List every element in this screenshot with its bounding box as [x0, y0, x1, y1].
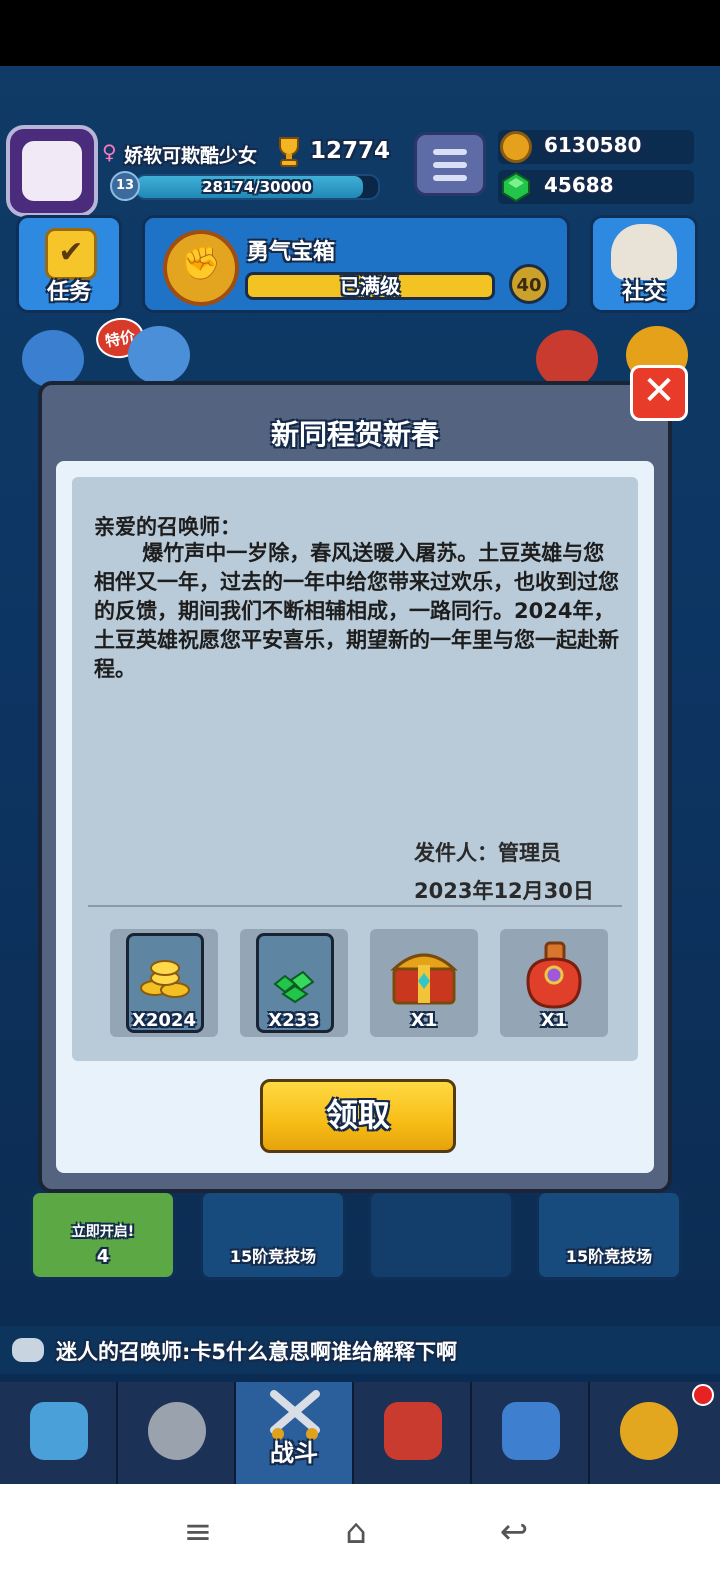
trophy-icon — [279, 137, 299, 167]
courage-chest-level: 40 — [509, 264, 549, 304]
mail-date: 2023年12月30日 — [414, 879, 594, 903]
reward-red-bag[interactable]: X1 — [500, 929, 608, 1037]
notification-dot — [692, 1384, 714, 1406]
chest-slot-open-now[interactable]: 立即开启! 4 — [30, 1190, 176, 1280]
bottom-tab-bar: 战斗 — [0, 1382, 720, 1486]
player-level-badge: 13 — [110, 171, 140, 201]
tab-shop[interactable] — [0, 1382, 118, 1486]
treasure-chest-icon — [390, 953, 458, 1005]
reward-coins[interactable]: X2024 — [110, 929, 218, 1037]
chat-ticker[interactable]: 迷人的召唤师:卡5什么意思啊谁给解释下啊 — [0, 1326, 720, 1374]
open-cost: 4 — [96, 1246, 110, 1267]
menu-line — [433, 175, 467, 181]
gem-amount: 45688 — [544, 173, 614, 197]
mail-greeting: 亲爱的召唤师： — [94, 515, 241, 539]
mail-sender: 发件人：管理员 — [414, 841, 561, 865]
chest-slot-empty[interactable] — [368, 1190, 514, 1280]
trophy-count: 12774 — [310, 138, 391, 164]
coin-icon — [500, 131, 532, 163]
lucky-bag-icon[interactable] — [536, 330, 598, 388]
gold-coins-icon — [140, 960, 190, 998]
crown-icon[interactable] — [22, 330, 84, 388]
tab-battle[interactable]: 战斗 — [236, 1382, 354, 1486]
knight-helmet-icon — [148, 1402, 206, 1460]
player-avatar[interactable] — [6, 125, 98, 217]
recent-apps-icon[interactable]: ≡ — [178, 1512, 218, 1552]
reward-qty: X1 — [540, 1010, 568, 1031]
fist-medal-icon — [163, 230, 239, 306]
mail-message: 爆竹声中一岁除，春风送暖入屠苏。土豆英雄与您相伴又一年，过去的一年中给您带来过欢… — [94, 541, 619, 681]
social-button[interactable]: 社交 — [590, 215, 698, 313]
special-offer-icon[interactable] — [128, 326, 190, 384]
arena-label: 15阶竞技场 — [565, 1247, 653, 1266]
menu-line — [433, 162, 467, 168]
compass-icon — [620, 1402, 678, 1460]
coin-balance[interactable]: 6130580 — [498, 130, 694, 164]
tab-heroes[interactable] — [118, 1382, 236, 1486]
chef-hat-icon — [611, 224, 677, 280]
green-gems-icon — [273, 970, 315, 1004]
back-icon[interactable]: ↩ — [494, 1512, 534, 1552]
battle-label: 战斗 — [270, 1439, 318, 1467]
tab-events[interactable] — [590, 1382, 720, 1486]
system-navigation-bar: ≡ ⌂ ↩ — [0, 1484, 720, 1584]
player-name: 娇软可欺酷少女 — [124, 145, 258, 167]
social-label: 社交 — [621, 280, 666, 305]
reward-qty: X2024 — [132, 1010, 196, 1031]
gem-balance[interactable]: 45688 — [498, 170, 694, 204]
dialog-body: 亲爱的召唤师： 爆竹声中一岁除，春风送暖入屠苏。土豆英雄与您相伴又一年，过去的一… — [56, 461, 654, 1173]
red-bag-icon — [526, 941, 582, 1009]
divider — [88, 905, 622, 907]
menu-line — [433, 149, 467, 155]
chat-message: 迷人的召唤师:卡5什么意思啊谁给解释下啊 — [56, 1340, 458, 1364]
chest-slot-arena[interactable]: 15阶竞技场 — [536, 1190, 682, 1280]
courage-chest-progress: 已满级 — [245, 272, 495, 300]
open-now-label: 立即开启! — [71, 1224, 135, 1240]
xp-text: 28174/30000 — [202, 178, 312, 196]
avatar-image — [22, 141, 82, 201]
courage-chest-title: 勇气宝箱 — [247, 240, 336, 265]
reward-qty: X1 — [410, 1010, 438, 1031]
xp-bar: 28174/30000 — [134, 174, 380, 200]
crown-shield-icon — [384, 1402, 442, 1460]
tasks-label: 任务 — [46, 280, 91, 305]
close-button[interactable]: ✕ — [630, 365, 688, 421]
claim-button[interactable]: 领取 — [260, 1079, 456, 1153]
chest-slot-arena[interactable]: 15阶竞技场 — [200, 1190, 346, 1280]
female-icon: ♀ — [102, 140, 117, 164]
checkmark-icon: ✔ — [45, 228, 97, 280]
status-bar — [0, 0, 720, 66]
arena-label: 15阶竞技场 — [229, 1247, 317, 1266]
reward-gems[interactable]: X233 — [240, 929, 348, 1037]
mail-letter: 亲爱的召唤师： 爆竹声中一岁除，春风送暖入屠苏。土豆英雄与您相伴又一年，过去的一… — [72, 477, 638, 1061]
tab-social[interactable] — [472, 1382, 590, 1486]
treasure-chest-icon — [30, 1402, 88, 1460]
reward-qty: X233 — [268, 1010, 320, 1031]
gem-icon — [502, 171, 530, 203]
menu-button[interactable] — [414, 132, 486, 196]
tasks-button[interactable]: ✔ 任务 — [16, 215, 122, 313]
tab-clan[interactable] — [354, 1382, 472, 1486]
new-year-mail-dialog: 新同程贺新春 亲爱的召唤师： 爆竹声中一岁除，春风送暖入屠苏。土豆英雄与您相伴又… — [38, 381, 672, 1193]
courage-chest-panel[interactable]: 勇气宝箱 已满级 40 — [142, 215, 570, 313]
home-icon[interactable]: ⌂ — [336, 1512, 376, 1552]
reward-treasure-chest[interactable]: X1 — [370, 929, 478, 1037]
coin-amount: 6130580 — [544, 133, 642, 157]
chat-bubble-icon — [12, 1338, 44, 1362]
dialog-title: 新同程贺新春 — [270, 418, 439, 451]
friends-icon — [502, 1402, 560, 1460]
